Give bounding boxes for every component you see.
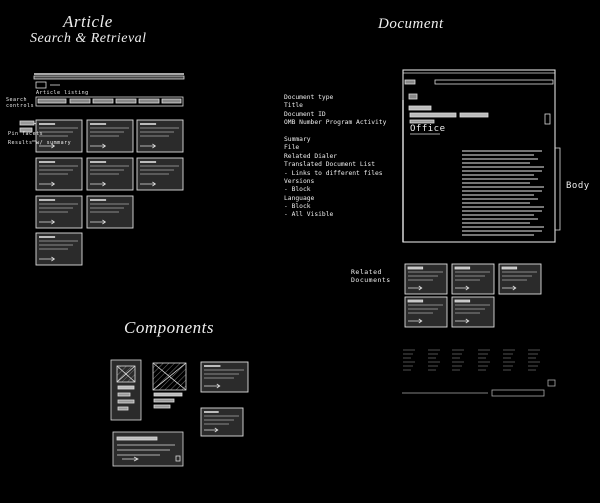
document-field	[284, 128, 386, 136]
related-document-card	[498, 263, 542, 295]
title-components: Components	[124, 318, 214, 337]
office-label: Office	[410, 124, 446, 134]
component-card-small	[200, 407, 244, 437]
document-field: - Block	[284, 186, 311, 194]
article-result-card	[86, 119, 134, 153]
article-result-card	[136, 119, 184, 153]
related-documents-label: Related Documents	[351, 268, 391, 284]
pin-facets-label: Pin facets	[8, 131, 44, 137]
document-wireframe	[402, 69, 561, 397]
document-field: Versions	[284, 177, 315, 185]
title-document: Document	[378, 16, 444, 32]
title-article: Article	[63, 12, 113, 31]
components-wireframe	[110, 359, 187, 467]
document-field: - Block	[284, 203, 311, 211]
related-label-line1: Related	[351, 268, 382, 276]
component-card	[200, 361, 249, 393]
results-label: Results w/ summary	[8, 140, 72, 146]
article-result-card	[35, 232, 83, 266]
document-field: Document type	[284, 94, 334, 101]
article-result-card	[35, 157, 83, 191]
document-field: Summary	[284, 135, 311, 143]
title-search-retrieval: Search & Retrieval	[30, 31, 147, 46]
article-result-card	[86, 195, 134, 229]
document-field: - All Visible	[284, 211, 334, 219]
related-label-line2: Documents	[351, 276, 391, 284]
body-label: Body	[566, 181, 590, 191]
related-document-card	[404, 296, 448, 328]
document-field: Translated Document List	[284, 161, 375, 169]
wireframe-canvas	[19, 69, 561, 467]
document-field: Language	[284, 194, 315, 202]
related-document-card	[451, 263, 495, 295]
document-field: File	[284, 144, 300, 152]
document-field: Title	[284, 102, 303, 110]
article-listing-label: Article listing	[36, 90, 89, 96]
document-field: Document ID	[284, 110, 326, 118]
document-field: Related Dialer	[284, 152, 338, 160]
document-field: - Links to different files	[284, 169, 383, 177]
document-field: OMB Number Program Activity	[284, 119, 387, 127]
search-controls-label: Search controls	[6, 97, 35, 109]
article-result-card	[136, 157, 184, 191]
document-field-list: Document type Title Document ID OMB Number …	[284, 94, 386, 220]
article-result-card	[86, 157, 134, 191]
related-document-card	[404, 263, 448, 295]
article-result-card	[35, 195, 83, 229]
related-document-card	[451, 296, 495, 328]
